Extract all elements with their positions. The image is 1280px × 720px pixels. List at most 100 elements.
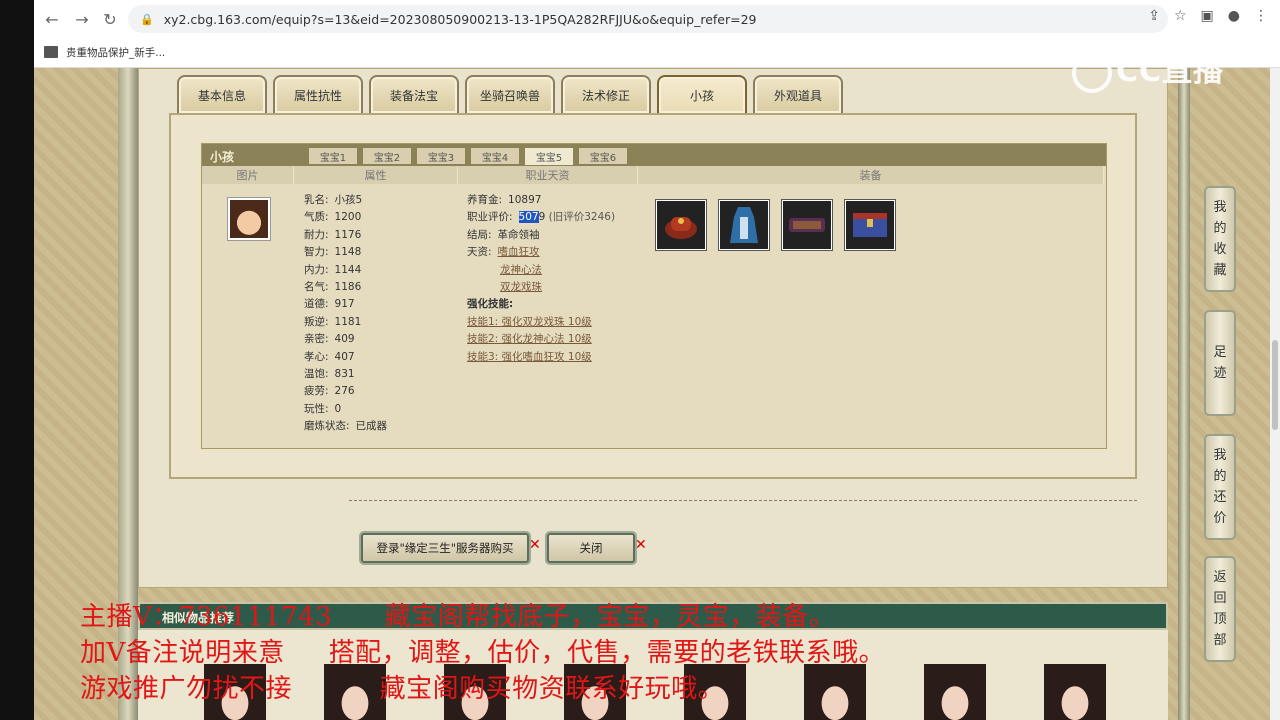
attribute-value: 831 [334, 368, 355, 381]
subtab-baby-2[interactable]: 宝宝2 [362, 147, 412, 165]
enhance-label: 强化技能: [467, 298, 514, 311]
sidenav-char: 我 [1213, 448, 1227, 463]
attribute-value: 1148 [334, 246, 362, 259]
attribute-row: 磨炼状态: 已成器 [304, 418, 387, 435]
child-panel: 小孩 宝宝1 宝宝2 宝宝3 宝宝4 宝宝5 宝宝6 图片 属性 职业天资 装备… [169, 113, 1137, 501]
attribute-value: 1181 [334, 315, 362, 328]
attribute-value: 407 [334, 350, 355, 363]
attribute-key: 道德: [304, 298, 329, 311]
close-button[interactable]: 关闭 [547, 533, 635, 563]
overlay-text-line2: 加V备注说明来意 搭配，调整，估价，代售，需要的老铁联系哦。 [80, 638, 886, 668]
subtab-baby-1[interactable]: 宝宝1 [308, 147, 358, 165]
attribute-row: 孝心: 407 [304, 349, 387, 366]
portrait-thumbnail[interactable] [804, 664, 866, 720]
forward-icon[interactable]: → [68, 5, 96, 33]
sidenav-char: 藏 [1213, 263, 1227, 278]
sidenav-char: 部 [1213, 633, 1227, 648]
sidenav-char: 足 [1213, 345, 1227, 360]
sidepanel-icon[interactable]: ▣ [1201, 8, 1214, 24]
footprint-button[interactable]: 足迹 [1204, 310, 1236, 416]
bookmark-item[interactable]: 贵重物品保护_新手... [44, 40, 165, 64]
talent-link[interactable]: 嗜血狂攻 [498, 244, 540, 261]
rating-value-rest: 9 [538, 211, 546, 224]
logo-text: CC直播 [1116, 54, 1225, 89]
sidenav-char: 收 [1213, 242, 1227, 257]
address-bar[interactable]: 🔒 xy2.cbg.163.com/equip?s=13&eid=2023080… [128, 5, 1168, 33]
back-to-top-button[interactable]: 返回顶部 [1204, 556, 1236, 662]
stream-logo: CC直播 [1072, 46, 1224, 93]
tab-resistance[interactable]: 属性抗性 [273, 75, 363, 113]
attribute-value: 1186 [334, 281, 362, 294]
attribute-key: 孝心: [304, 350, 329, 363]
login-buy-button[interactable]: 登录"缘定三生"服务器购买 [361, 533, 529, 563]
header-equipment: 装备 [638, 166, 1104, 184]
main-panel: 基本信息 属性抗性 装备法宝 坐骑召唤兽 法术修正 小孩 外观道具 小孩 宝宝1… [138, 68, 1168, 588]
header-attributes: 属性 [294, 166, 458, 184]
scrollbar-thumb[interactable] [1272, 340, 1278, 430]
attribute-value: 276 [334, 385, 355, 398]
attribute-value: 409 [334, 333, 355, 346]
skill-link[interactable]: 技能2: 强化龙神心法 10级 [467, 331, 592, 348]
attribute-key: 玩性: [304, 402, 329, 415]
subtab-baby-3[interactable]: 宝宝3 [416, 147, 466, 165]
attribute-value: 小孩5 [334, 194, 363, 206]
attribute-row: 气质: 1200 [304, 209, 387, 226]
tab-bar: 基本信息 属性抗性 装备法宝 坐骑召唤兽 法术修正 小孩 外观道具 [177, 75, 843, 113]
subtab-baby-6[interactable]: 宝宝6 [578, 147, 628, 165]
attribute-row: 内力: 1144 [304, 262, 387, 279]
back-icon[interactable]: ← [38, 5, 66, 33]
sidenav-char: 返 [1213, 570, 1227, 585]
talent-link[interactable]: 龙神心法 [500, 262, 542, 279]
tab-equipment[interactable]: 装备法宝 [369, 75, 459, 113]
tab-appearance[interactable]: 外观道具 [753, 75, 843, 113]
attribute-key: 疲劳: [304, 385, 329, 398]
attribute-value: 1144 [334, 263, 362, 276]
my-bargain-button[interactable]: 我的还价 [1204, 434, 1236, 540]
attribute-key: 智力: [304, 246, 329, 259]
url-text: xy2.cbg.163.com/equip?s=13&eid=202308050… [163, 11, 757, 27]
skill-link[interactable]: 技能3: 强化嗜血狂攻 10级 [467, 349, 592, 366]
subtab-baby-4[interactable]: 宝宝4 [470, 147, 520, 165]
child-avatar [227, 197, 271, 241]
attribute-row: 乳名: 小孩5 [304, 192, 387, 209]
tab-spell[interactable]: 法术修正 [561, 75, 651, 113]
attribute-row: 名气: 1186 [304, 279, 387, 296]
close-x-icon: ✕ [635, 537, 647, 553]
career-column: 养育金: 10897 职业评价: 5079 (旧评价3246) 结局: 革命领袖 天资… [467, 192, 615, 366]
equipment-slot-robe[interactable] [718, 199, 770, 251]
rating-old: (旧评价3246) [548, 211, 616, 224]
menu-icon[interactable]: ⋮ [1254, 8, 1268, 24]
attribute-key: 磨炼状态: [304, 420, 350, 433]
attribute-row: 疲劳: 276 [304, 383, 387, 400]
sidenav-char: 我 [1213, 200, 1227, 215]
sidenav-char: 顶 [1213, 612, 1227, 627]
header-picture: 图片 [202, 166, 294, 184]
reload-icon[interactable]: ↻ [96, 5, 124, 33]
tab-mount-pet[interactable]: 坐骑召唤兽 [465, 75, 555, 113]
child-title-bar: 小孩 宝宝1 宝宝2 宝宝3 宝宝4 宝宝5 宝宝6 [202, 144, 1106, 166]
profile-icon[interactable]: ● [1228, 8, 1240, 24]
ending-label: 结局: [467, 228, 492, 241]
attribute-key: 内力: [304, 263, 329, 276]
my-favorites-button[interactable]: 我的收藏 [1204, 186, 1236, 292]
subtab-baby-5[interactable]: 宝宝5 [524, 147, 574, 166]
tab-child[interactable]: 小孩 [657, 75, 747, 113]
star-icon[interactable]: ☆ [1174, 8, 1187, 24]
child-title: 小孩 [210, 150, 235, 164]
equipment-slot-hat[interactable] [655, 199, 707, 251]
equipment-slot-scroll[interactable] [781, 199, 833, 251]
portrait-thumbnail[interactable] [924, 664, 986, 720]
tab-basic[interactable]: 基本信息 [177, 75, 267, 113]
equipment-slot-box[interactable] [844, 199, 896, 251]
attribute-key: 叛逆: [304, 315, 329, 328]
portrait-thumbnail[interactable] [1044, 664, 1106, 720]
attribute-value: 1200 [334, 211, 362, 224]
skill-link[interactable]: 技能1: 强化双龙戏珠 10级 [467, 314, 592, 331]
share-icon[interactable]: ⇪ [1148, 8, 1160, 24]
attribute-key: 气质: [304, 211, 329, 224]
bookmark-label: 贵重物品保护_新手... [66, 46, 166, 59]
overlay-text-line3: 游戏推广勿扰不接 藏宝阁购买物资联系好玩哦。 [80, 674, 725, 704]
attribute-row: 道德: 917 [304, 296, 387, 313]
attribute-value: 0 [334, 402, 342, 415]
talent-link[interactable]: 双龙戏珠 [500, 279, 542, 296]
